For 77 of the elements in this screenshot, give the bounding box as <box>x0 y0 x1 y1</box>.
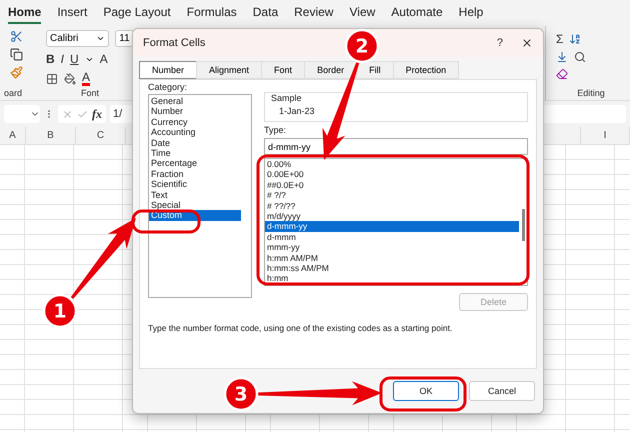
fill-color-icon[interactable] <box>64 72 76 84</box>
hint-text: Type the number format code, using one of the existing codes as a starting point. <box>148 323 454 333</box>
eraser-icon[interactable] <box>556 68 568 80</box>
column-header[interactable]: C <box>76 127 126 144</box>
dialog-tab[interactable]: Protection <box>392 61 460 79</box>
check-icon[interactable] <box>77 108 88 120</box>
group-label: Editing <box>576 88 606 98</box>
dialog-tab[interactable]: Font <box>261 61 306 79</box>
column-header[interactable]: I <box>580 127 630 144</box>
copy-icon[interactable] <box>10 48 23 61</box>
borders-icon[interactable] <box>46 72 58 84</box>
scrollbar-thumb[interactable] <box>522 209 524 241</box>
font-size-field[interactable]: 11 <box>115 30 134 47</box>
format-item[interactable]: h:mm AM/PM <box>265 252 519 263</box>
format-item[interactable]: # ??/?? <box>265 200 519 211</box>
dialog-tab[interactable]: Border <box>304 61 358 79</box>
fill-down-icon[interactable] <box>556 51 568 63</box>
ribbon-tab[interactable]: View <box>349 2 376 24</box>
cut-icon[interactable] <box>10 30 23 43</box>
sample-label: Sample <box>271 93 303 103</box>
search-icon[interactable] <box>574 51 586 63</box>
category-item[interactable]: Percentage <box>149 158 241 169</box>
ribbon-tab[interactable]: Data <box>252 2 278 24</box>
format-item[interactable]: 0.00% <box>265 159 519 170</box>
cancel-button[interactable]: Cancel <box>469 381 535 401</box>
format-item[interactable]: h:mm:ss AM/PM <box>265 262 519 274</box>
group-label: oard <box>4 88 24 98</box>
format-item[interactable]: 0.00E+00 <box>265 169 519 180</box>
ribbon-tab[interactable]: Page Layout <box>103 2 171 24</box>
highlight-outline <box>132 210 200 234</box>
dialog-tab[interactable]: Number <box>139 61 198 79</box>
format-item[interactable]: m/d/yyyy <box>265 210 519 222</box>
category-item[interactable]: Date <box>149 138 241 148</box>
sample-value: 1-Jan-23 <box>278 105 316 116</box>
font-color-button[interactable]: A <box>82 71 90 86</box>
ribbon-tab[interactable]: Home <box>8 2 42 24</box>
ribbon-tab[interactable]: Insert <box>57 2 88 24</box>
category-item[interactable]: Number <box>149 106 241 117</box>
ribbon-tab[interactable]: Automate <box>391 2 443 24</box>
dialog-tab[interactable]: Alignment <box>196 61 262 79</box>
ok-button[interactable]: OK <box>393 381 459 401</box>
category-label: Category: <box>148 82 188 92</box>
ribbon-tab[interactable]: Review <box>294 2 334 24</box>
format-item[interactable]: # ?/? <box>265 190 519 201</box>
sort-icon[interactable] <box>569 33 582 45</box>
format-item[interactable]: ##0.0E+0 <box>265 180 519 190</box>
format-item[interactable]: d-mmm-yy <box>265 221 519 232</box>
autosum-button[interactable]: Σ <box>556 32 564 46</box>
category-item[interactable]: Scientific <box>149 179 241 190</box>
column-header[interactable]: A <box>0 127 26 144</box>
insert-function-button[interactable]: fx <box>92 106 102 122</box>
category-item[interactable]: Accounting <box>149 127 241 138</box>
dialog-title: Format Cells <box>143 37 206 49</box>
category-item[interactable]: Text <box>149 190 241 200</box>
ribbon-tab[interactable]: Formulas <box>186 2 237 24</box>
ribbon-tab[interactable]: Help <box>458 2 484 24</box>
column-header[interactable]: B <box>26 127 76 144</box>
dialog-tab[interactable]: Fill <box>356 61 394 79</box>
close-icon[interactable] <box>521 37 533 49</box>
font-name-field[interactable]: Calibri <box>46 30 110 47</box>
type-label: Type: <box>264 125 288 135</box>
caret-icon[interactable] <box>96 34 106 43</box>
category-item[interactable]: Special <box>149 200 241 210</box>
category-item[interactable]: Time <box>149 148 241 158</box>
category-item[interactable]: Currency <box>149 116 241 128</box>
category-item[interactable]: Fraction <box>149 168 241 180</box>
format-item[interactable]: mmm-yy <box>265 242 519 253</box>
format-item[interactable]: d-mmm <box>265 232 519 242</box>
bold-button[interactable]: B <box>46 52 55 66</box>
paintbrush-icon[interactable] <box>10 66 23 79</box>
underline-button[interactable]: U <box>70 52 79 66</box>
grow-font-button[interactable]: A <box>100 52 108 66</box>
group-label: Font <box>80 88 100 98</box>
help-button[interactable]: ? <box>496 37 503 49</box>
format-item[interactable]: h:mm <box>265 273 519 284</box>
category-item[interactable]: General <box>149 96 241 106</box>
italic-button[interactable]: I <box>60 52 64 66</box>
